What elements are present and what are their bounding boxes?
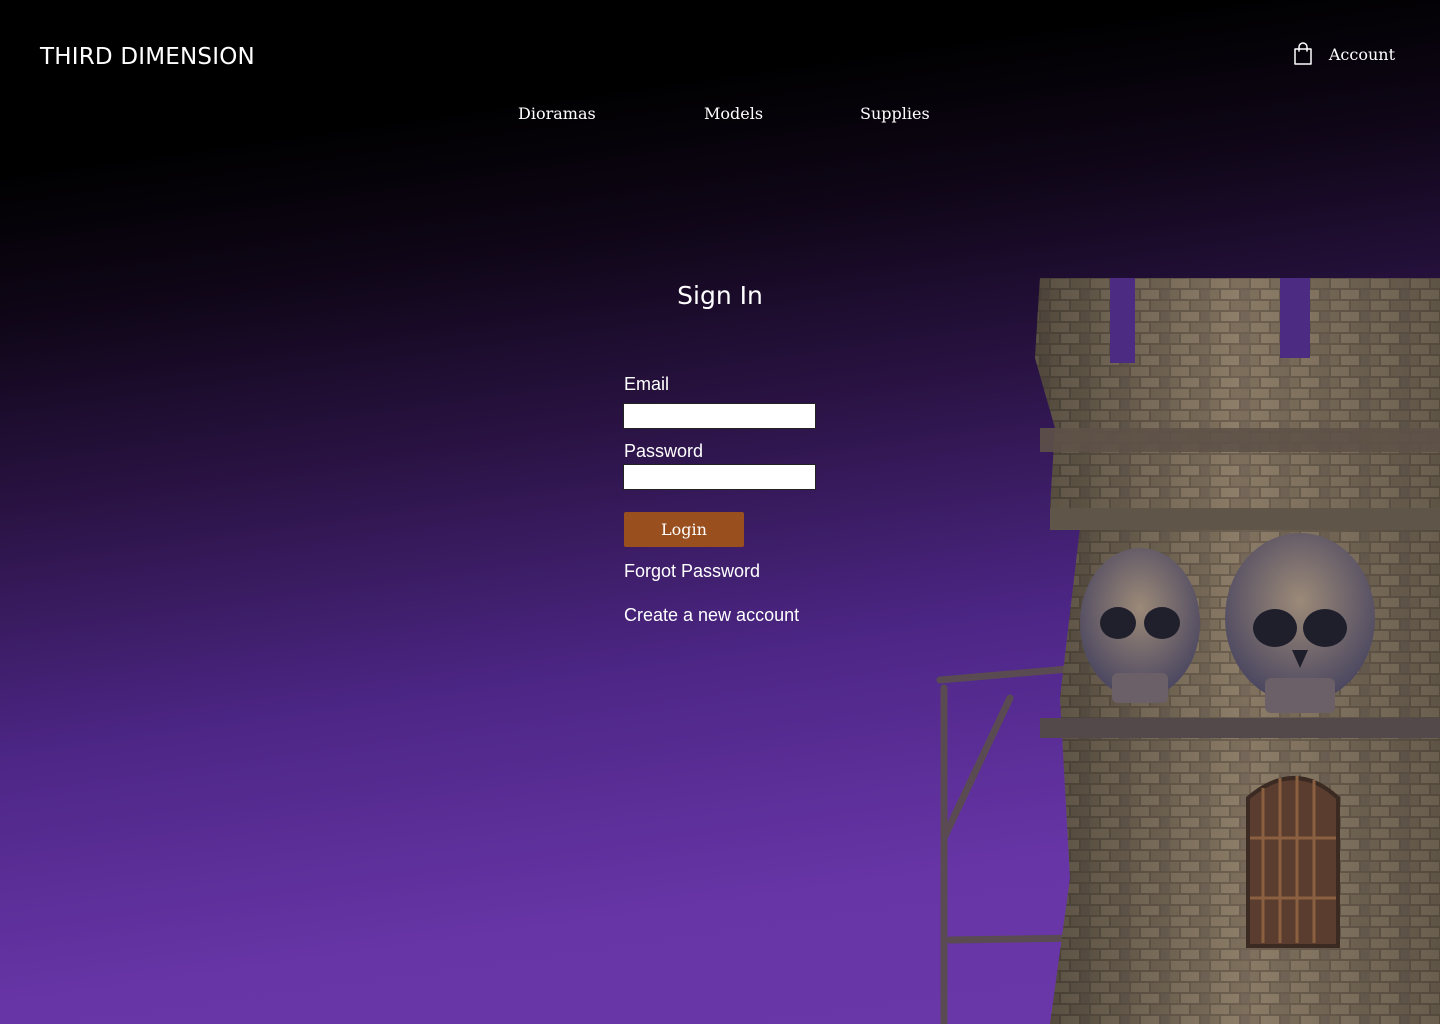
brand-logo[interactable]: THIRD DIMENSION xyxy=(40,44,255,70)
forgot-password-link[interactable]: Forgot Password xyxy=(624,561,760,582)
nav-item-supplies[interactable]: Supplies xyxy=(860,104,930,123)
tower-illustration xyxy=(936,278,1440,1024)
nav-item-dioramas[interactable]: Dioramas xyxy=(518,104,596,123)
password-field[interactable] xyxy=(623,464,816,490)
nav-item-models[interactable]: Models xyxy=(704,104,763,123)
account-label: Account xyxy=(1328,44,1395,64)
email-label: Email xyxy=(624,374,670,394)
password-label: Password xyxy=(624,441,704,461)
create-account-link[interactable]: Create a new account xyxy=(624,605,799,626)
login-button[interactable]: Login xyxy=(624,512,744,547)
account-link[interactable]: Account xyxy=(1293,42,1395,66)
email-field[interactable] xyxy=(623,403,816,429)
page-title: Sign In xyxy=(677,281,763,310)
shopping-bag-icon xyxy=(1294,42,1312,65)
